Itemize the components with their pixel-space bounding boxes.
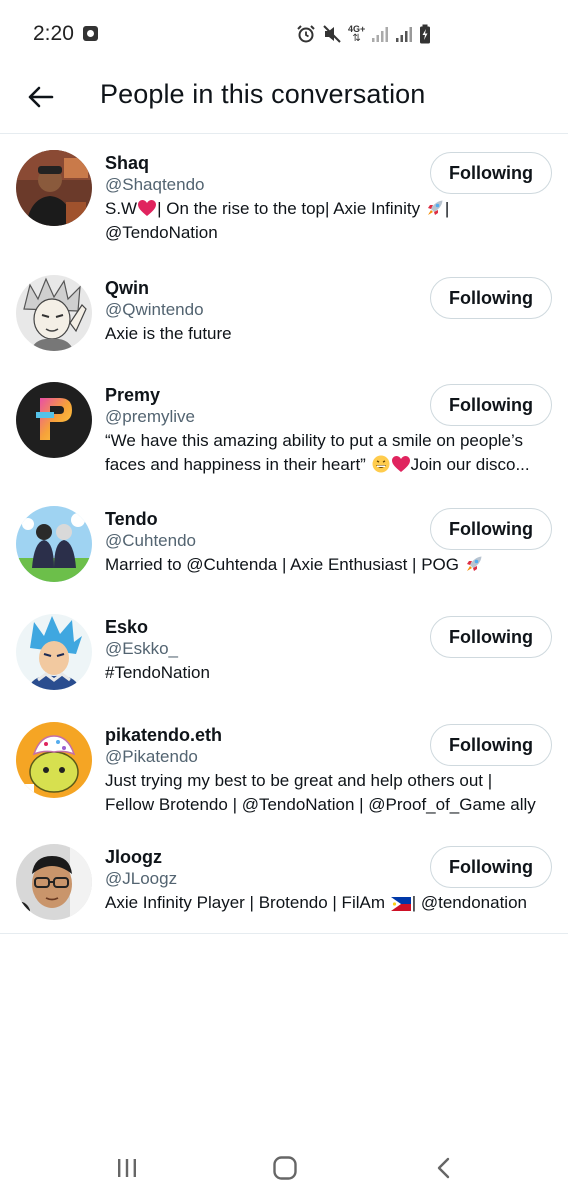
bio-text: | On the rise to the top| Axie Infinity [157, 199, 425, 218]
bio-text: Just trying my best to be great and help… [105, 771, 493, 790]
avatar-image [16, 614, 92, 690]
avatar-image [16, 506, 92, 582]
home-icon [273, 1156, 297, 1180]
display-name[interactable]: Qwin [105, 277, 204, 299]
bio-hashtag[interactable]: #TendoNation [105, 663, 210, 682]
bio-text: S.W [105, 199, 138, 218]
display-name[interactable]: Premy [105, 384, 195, 406]
avatar[interactable] [16, 150, 92, 226]
following-button[interactable]: Following [430, 384, 552, 426]
person-row-premy[interactable]: Premy @premylive Following “We have this… [0, 367, 568, 491]
user-handle[interactable]: @Eskko_ [105, 638, 178, 660]
display-name[interactable]: pikatendo.eth [105, 724, 222, 746]
person-row-pikatendo[interactable]: pikatendo.eth @Pikatendo Following Just … [0, 707, 568, 829]
app-header: People in this conversation [0, 64, 568, 134]
mute-icon [323, 25, 341, 43]
user-handle[interactable]: @Pikatendo [105, 746, 222, 768]
user-bio: S.W | On the rise to the top| Axie Infini… [105, 197, 553, 245]
red-heart-icon [391, 456, 410, 472]
status-time: 2:20 [33, 22, 74, 45]
bio-text: Fellow Brotendo | @TendoNation | @Proof_… [105, 795, 536, 814]
recent-apps-button[interactable] [107, 1148, 147, 1188]
avatar-image [16, 722, 92, 798]
person-body: Shaq @Shaqtendo Following S.W | On the ri… [105, 150, 552, 260]
user-handle[interactable]: @premylive [105, 406, 195, 428]
avatar-image [16, 275, 92, 351]
grinning-face-icon [372, 455, 390, 473]
following-button[interactable]: Following [430, 724, 552, 766]
user-handle[interactable]: @Cuhtendo [105, 530, 196, 552]
system-nav-bar [0, 1130, 568, 1200]
avatar[interactable] [16, 844, 92, 920]
display-name[interactable]: Shaq [105, 152, 205, 174]
page-title: People in this conversation [100, 79, 426, 109]
avatar-image [16, 150, 92, 226]
avatar[interactable] [16, 382, 92, 458]
signal-icon-2 [396, 27, 413, 42]
philippines-flag-icon [390, 897, 411, 911]
bio-text: Axie Infinity Player | Brotendo | FilAm [105, 893, 390, 912]
person-body: Tendo @Cuhtendo Following Married to @Cu… [105, 506, 552, 599]
display-name[interactable]: Jloogz [105, 846, 177, 868]
user-bio: Axie Infinity Player | Brotendo | FilAm … [105, 891, 553, 915]
person-row-jloogz[interactable]: Jloogz @JLoogz Following Axie Infinity P… [0, 829, 568, 933]
person-body: Jloogz @JLoogz Following Axie Infinity P… [105, 844, 552, 933]
person-body: Esko @Eskko_ Following #TendoNation [105, 614, 552, 707]
network-type-icon: 4G+ ⇅ [348, 25, 365, 44]
signal-icon [372, 27, 389, 42]
status-bar: 2:20 4G+ ⇅ [0, 0, 568, 64]
bio-text: Join our disco... [410, 455, 530, 474]
back-button[interactable] [22, 79, 58, 115]
person-row-shaq[interactable]: Shaq @Shaqtendo Following S.W | On the ri… [0, 135, 568, 260]
avatar[interactable] [16, 275, 92, 351]
bio-text: Axie is the future [105, 324, 232, 343]
back-arrow-icon [28, 86, 54, 108]
bio-text: | @tendonation [411, 893, 527, 912]
user-bio: “We have this amazing ability to put a s… [105, 429, 553, 477]
chevron-left-icon [437, 1157, 450, 1179]
rocket-icon [466, 556, 482, 571]
data-arrows-icon: ⇅ [352, 33, 361, 44]
following-button[interactable]: Following [430, 846, 552, 888]
avatar[interactable] [16, 722, 92, 798]
screen-record-icon [83, 26, 98, 41]
following-button[interactable]: Following [430, 277, 552, 319]
bio-text: “We have this amazing ability to put a s… [105, 431, 523, 450]
user-handle[interactable]: @JLoogz [105, 868, 177, 890]
user-bio: Married to @Cuhtenda | Axie Enthusiast |… [105, 553, 553, 577]
following-button[interactable]: Following [430, 508, 552, 550]
display-name[interactable]: Esko [105, 616, 178, 638]
person-row-qwin[interactable]: Qwin @Qwintendo Following Axie is the fu… [0, 260, 568, 367]
bio-text: faces and happiness in their heart” [105, 455, 371, 474]
user-bio: Axie is the future [105, 322, 553, 346]
person-body: Qwin @Qwintendo Following Axie is the fu… [105, 275, 552, 367]
following-button[interactable]: Following [430, 616, 552, 658]
display-name[interactable]: Tendo [105, 508, 196, 530]
people-list: Shaq @Shaqtendo Following S.W | On the ri… [0, 135, 568, 934]
system-back-button[interactable] [424, 1148, 464, 1188]
avatar-image [16, 382, 92, 458]
avatar-image [16, 844, 92, 920]
battery-charging-icon [420, 24, 431, 44]
user-bio: Just trying my best to be great and help… [105, 769, 553, 817]
status-icons: 4G+ ⇅ [296, 22, 431, 46]
rocket-icon [427, 200, 443, 215]
alarm-icon [297, 25, 315, 43]
user-handle[interactable]: @Qwintendo [105, 299, 204, 321]
avatar[interactable] [16, 614, 92, 690]
bio-text: | [444, 199, 450, 218]
home-button[interactable] [265, 1148, 305, 1188]
avatar[interactable] [16, 506, 92, 582]
bio-text: Married to @Cuhtenda | Axie Enthusiast |… [105, 555, 464, 574]
following-button[interactable]: Following [430, 152, 552, 194]
person-row-esko[interactable]: Esko @Eskko_ Following #TendoNation [0, 599, 568, 707]
red-heart-icon [138, 200, 157, 216]
user-bio: #TendoNation [105, 661, 553, 685]
recent-apps-icon [118, 1159, 136, 1177]
person-row-tendo[interactable]: Tendo @Cuhtendo Following Married to @Cu… [0, 491, 568, 599]
person-body: Premy @premylive Following “We have this… [105, 382, 552, 491]
person-body: pikatendo.eth @Pikatendo Following Just … [105, 722, 552, 829]
bio-mention[interactable]: @TendoNation [105, 223, 218, 242]
user-handle[interactable]: @Shaqtendo [105, 174, 205, 196]
